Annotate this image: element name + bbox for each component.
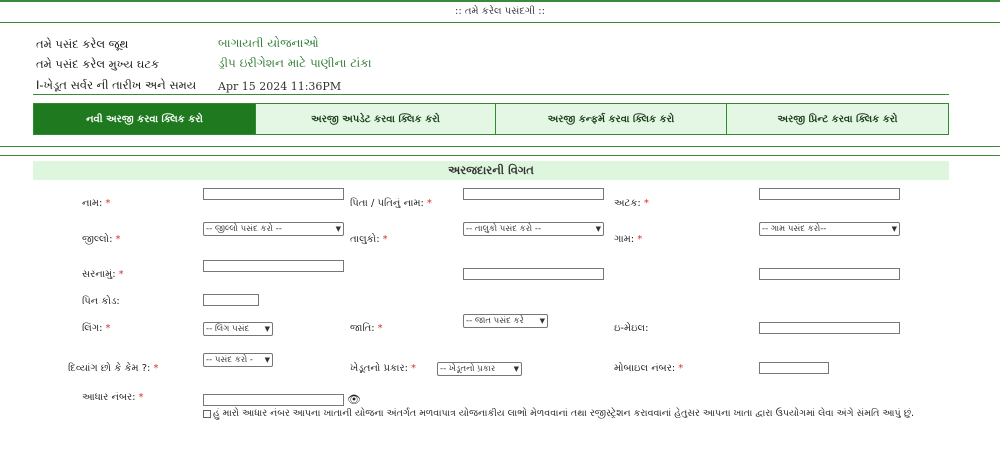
- father-name-input[interactable]: [463, 188, 604, 200]
- address-line-3-input[interactable]: [759, 268, 900, 280]
- chevron-down-icon: ▼: [539, 317, 545, 325]
- district-label: જીલ્લો: *: [82, 234, 121, 245]
- chevron-down-icon: ▼: [264, 325, 270, 333]
- info-value-group: બાગાયતી યોજનાઓ: [218, 36, 319, 50]
- aadhaar-input[interactable]: [203, 394, 344, 406]
- aadhaar-label: આધાર નંબર: *: [82, 392, 144, 403]
- pincode-label: પિન કોડ:: [82, 296, 120, 307]
- taluka-label: તાલુકો: *: [350, 234, 388, 245]
- district-select[interactable]: -- જીલ્લો પસંદ કરો -- ▼: [203, 222, 344, 236]
- village-select[interactable]: -- ગામ પસંદ કરો-- ▼: [759, 222, 900, 236]
- info-value-server-time: Apr 15 2024 11:36PM: [218, 80, 342, 93]
- chevron-down-icon: ▼: [513, 365, 519, 373]
- consent-text: હું મારો આધાર નંબર આપના ખાતાની યોજના અંત…: [213, 408, 915, 419]
- tab-new-application[interactable]: નવી અરજી કરવા ક્લિક કરો: [34, 104, 255, 134]
- info-label-server-time: I-ખેડૂત સર્વર ની તારીખ અને સમય: [36, 78, 197, 92]
- info-value-component: ડ્રીપ ઇરીગેશન માટે પાણીના ટાંકા: [218, 56, 372, 70]
- disability-label: દિવ્યાંગ છો કે કેમ ?: *: [68, 363, 159, 374]
- email-input[interactable]: [759, 322, 900, 334]
- farmer-type-label: ખેડૂતનો પ્રકાર: *: [350, 363, 417, 374]
- chevron-down-icon: ▼: [264, 356, 270, 364]
- info-label-component: તમે પસંદ કરેલ મુખ્ય ઘટક: [36, 57, 160, 71]
- address-line-1-input[interactable]: [203, 260, 344, 272]
- chevron-down-icon: ▼: [335, 225, 341, 233]
- info-label-group: તમે પસંદ કરેલ જૂથ: [36, 37, 129, 51]
- section-divider: [0, 146, 1000, 147]
- banner-divider: [0, 22, 1000, 23]
- surname-input[interactable]: [759, 188, 900, 200]
- tab-confirm-application[interactable]: અરજી કન્ફર્મ કરવા ક્લિક કરો: [495, 104, 726, 134]
- consent-checkbox[interactable]: [203, 409, 211, 418]
- pincode-input[interactable]: [203, 294, 259, 306]
- surname-label: અટક: *: [614, 198, 649, 209]
- eye-icon[interactable]: 👁: [347, 393, 361, 406]
- village-label: ગામ: *: [614, 234, 643, 245]
- section-divider-2: [0, 155, 1000, 156]
- farmer-type-select[interactable]: -- ખેડૂતનો પ્રકાર ▼: [437, 362, 522, 376]
- applicant-details-header: અરજદારની વિગત: [33, 161, 949, 180]
- disability-select[interactable]: -- પસંદ કરો - ▼: [203, 353, 273, 367]
- caste-label: જાતિ: *: [350, 323, 383, 334]
- chevron-down-icon: ▼: [891, 225, 897, 233]
- caste-select[interactable]: -- જાત પસંદ કરે ▼: [463, 314, 548, 328]
- tab-update-application[interactable]: અરજી અપડેટ કરવા ક્લિક કરો: [255, 104, 495, 134]
- info-divider: [33, 94, 949, 95]
- tab-print-application[interactable]: અરજી પ્રિન્ટ કરવા ક્લિક કરો: [726, 104, 948, 134]
- action-tabs: નવી અરજી કરવા ક્લિક કરો અરજી અપડેટ કરવા …: [33, 103, 949, 135]
- name-label: નામ: *: [82, 198, 111, 209]
- chevron-down-icon: ▼: [595, 225, 601, 233]
- aadhaar-consent: હું મારો આધાર નંબર આપના ખાતાની યોજના અંત…: [203, 408, 914, 419]
- address-label: સરનામું: *: [82, 269, 124, 280]
- taluka-select[interactable]: -- તાલુકો પસંદ કરો -- ▼: [463, 222, 604, 236]
- address-line-2-input[interactable]: [463, 268, 604, 280]
- father-name-label: પિતા / પતિનું નામ: *: [350, 198, 432, 209]
- gender-label: લિંગ: *: [82, 323, 111, 334]
- gender-select[interactable]: -- લિંગ પસંદ ▼: [203, 322, 273, 336]
- top-border: [0, 0, 1000, 2]
- name-input[interactable]: [203, 188, 344, 200]
- email-label: ઇ-મેઇલ:: [614, 323, 649, 334]
- mobile-label: મોબાઇલ નંબર: *: [614, 363, 684, 374]
- mobile-input[interactable]: [759, 362, 829, 374]
- selection-banner: :: તમે કરેલ પસંદગી ::: [454, 6, 545, 17]
